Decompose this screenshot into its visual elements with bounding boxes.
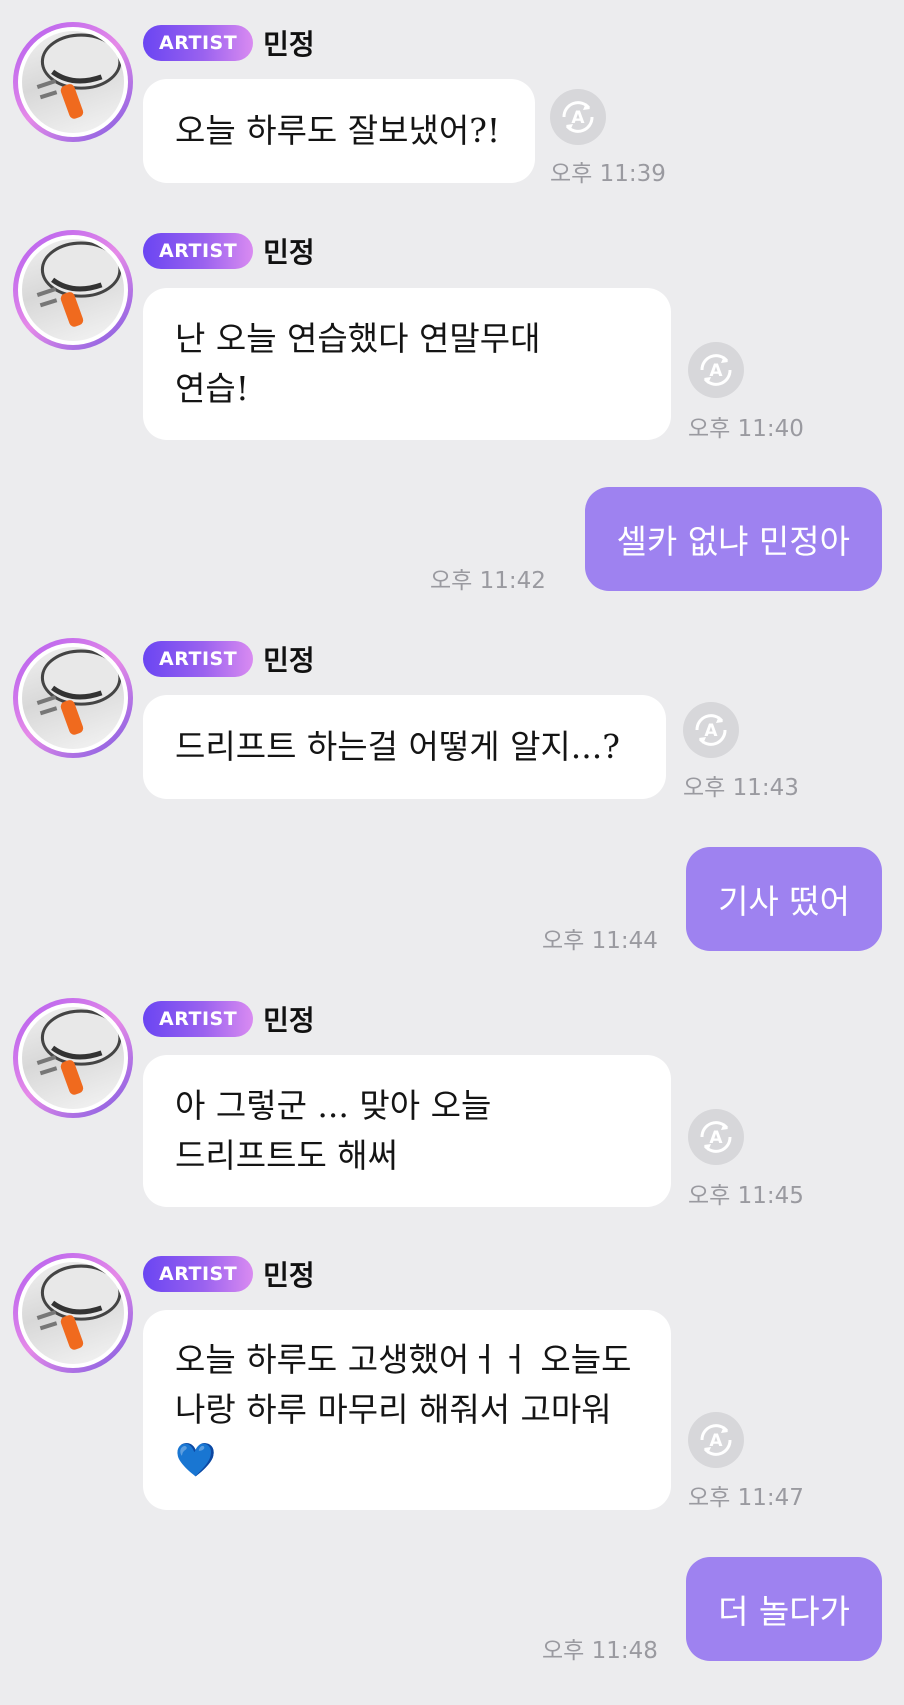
translate-icon: A <box>562 101 594 133</box>
message-text: 기사 떴어 <box>718 882 850 921</box>
artist-badge: ARTIST <box>143 1256 254 1292</box>
message-text-line: 오늘 하루도 고생했어ㅓㅓ 오늘도 <box>175 1340 632 1379</box>
avatar[interactable] <box>13 638 133 758</box>
message-text-line: 나랑 하루 마무리 해줘서 고마워 <box>175 1390 612 1429</box>
svg-text:A: A <box>571 108 585 128</box>
message-text: 드리프트 하는걸 어떻게 알지...? <box>175 727 620 766</box>
message-bubble[interactable]: 오늘 하루도 고생했어ㅓㅓ 오늘도 나랑 하루 마무리 해줘서 고마워 💙 <box>143 1310 671 1510</box>
message-bubble[interactable]: 오늘 하루도 잘보냈어?! <box>143 79 535 183</box>
message-text: 더 놀다가 <box>718 1592 850 1631</box>
blue-heart-emoji: 💙 <box>175 1440 217 1479</box>
svg-text:A: A <box>709 361 723 381</box>
translate-icon: A <box>695 714 727 746</box>
sender-name: 민정 <box>263 1259 315 1292</box>
timestamp: 오후 11:43 <box>683 775 799 801</box>
message-bubble[interactable]: 아 그렇군 ... 맞아 오늘 드리프트도 해써 <box>143 1055 671 1207</box>
message-bubble[interactable]: 난 오늘 연습했다 연말무대 연습! <box>143 288 671 440</box>
message-bubble[interactable]: 기사 떴어 <box>686 847 882 951</box>
avatar[interactable] <box>13 230 133 350</box>
translate-icon: A <box>700 354 732 386</box>
message-text-line: 아 그렇군 ... 맞아 오늘 <box>175 1086 492 1125</box>
message-bubble[interactable]: 드리프트 하는걸 어떻게 알지...? <box>143 695 666 799</box>
svg-text:A: A <box>709 1431 723 1451</box>
artist-badge: ARTIST <box>143 641 254 677</box>
timestamp: 오후 11:42 <box>430 568 546 594</box>
translate-button[interactable]: A <box>688 1412 744 1468</box>
svg-text:A: A <box>704 721 718 741</box>
timestamp: 오후 11:44 <box>542 928 658 954</box>
avatar[interactable] <box>13 22 133 142</box>
message-text-line: 난 오늘 연습했다 연말무대 <box>175 319 541 358</box>
translate-icon: A <box>700 1121 732 1153</box>
message-bubble[interactable]: 더 놀다가 <box>686 1557 882 1661</box>
sender-name: 민정 <box>263 236 315 269</box>
artist-badge: ARTIST <box>143 233 254 269</box>
translate-button[interactable]: A <box>688 342 744 398</box>
timestamp: 오후 11:39 <box>550 161 666 187</box>
avatar[interactable] <box>13 1253 133 1373</box>
message-bubble[interactable]: 셀카 없냐 민정아 <box>584 487 882 591</box>
translate-button[interactable]: A <box>688 1109 744 1165</box>
sender-name: 민정 <box>263 1004 315 1037</box>
translate-icon: A <box>700 1424 732 1456</box>
artist-badge: ARTIST <box>143 1001 254 1037</box>
translate-button[interactable]: A <box>550 89 606 145</box>
artist-badge: ARTIST <box>143 25 254 61</box>
message-text: 셀카 없냐 민정아 <box>616 522 851 561</box>
message-text: 오늘 하루도 잘보냈어?! <box>175 111 501 150</box>
sender-name: 민정 <box>263 644 315 677</box>
message-text-line: 드리프트도 해써 <box>175 1136 399 1175</box>
translate-button[interactable]: A <box>683 702 739 758</box>
timestamp: 오후 11:45 <box>688 1183 804 1209</box>
timestamp: 오후 11:48 <box>542 1638 658 1664</box>
timestamp: 오후 11:40 <box>688 416 804 442</box>
svg-text:A: A <box>709 1128 723 1148</box>
sender-name: 민정 <box>263 28 315 61</box>
message-text-line: 연습! <box>175 369 249 408</box>
avatar[interactable] <box>13 998 133 1118</box>
timestamp: 오후 11:47 <box>688 1485 804 1511</box>
